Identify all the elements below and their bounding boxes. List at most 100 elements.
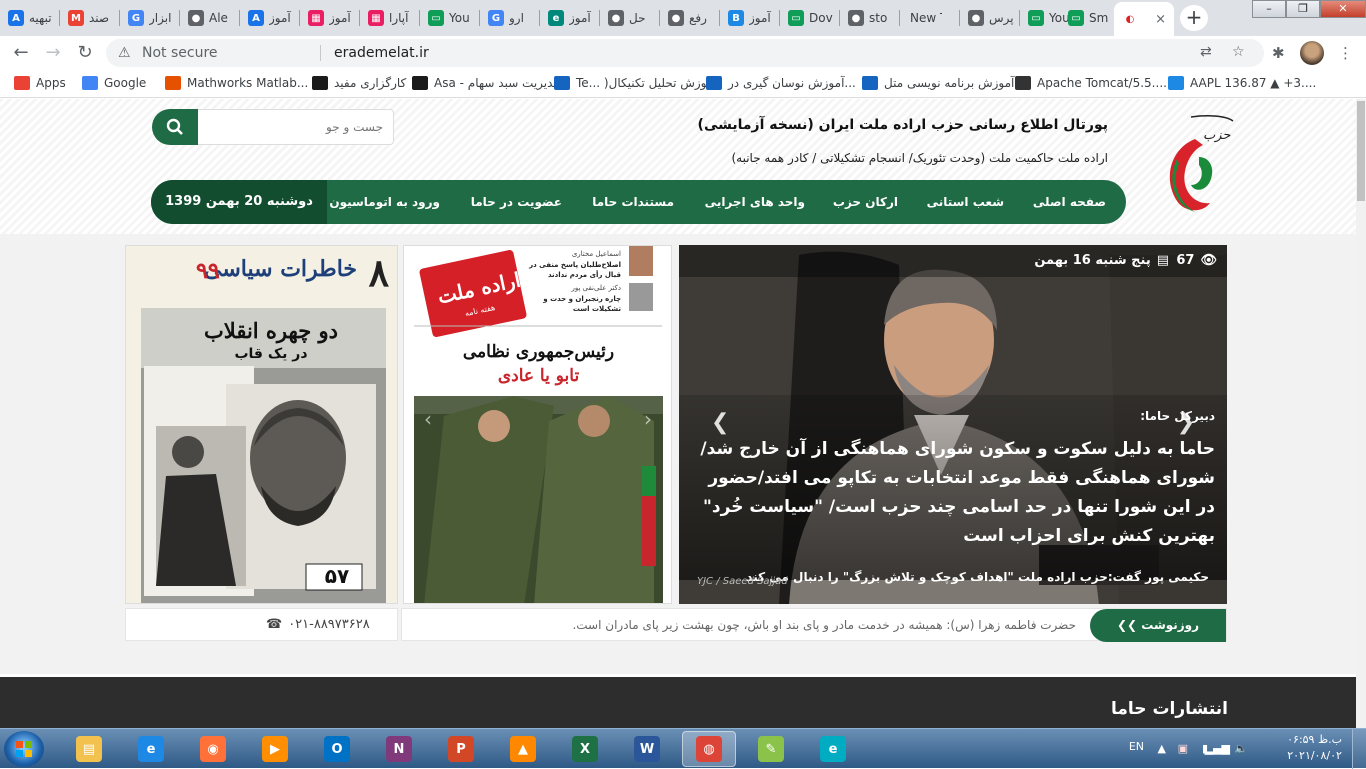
browser-tab[interactable]: A تبهیه [0, 4, 58, 32]
active-tab[interactable]: ◐ × [1114, 2, 1174, 36]
new-tab-button[interactable]: + [1180, 5, 1208, 31]
start-button[interactable] [4, 731, 44, 767]
browser-tab[interactable]: ▭ Dov [780, 4, 838, 32]
browser-tab[interactable]: ● پرس [960, 4, 1018, 32]
ticker-text[interactable]: حضرت فاطمه زهرا (س): همیشه در خدمت مادر … [572, 618, 1076, 632]
browser-tab[interactable]: G ابزار [120, 4, 178, 32]
ie-icon: e [138, 736, 164, 762]
translate-icon[interactable]: ⇄ [1200, 44, 1212, 60]
close-tab-icon[interactable]: × [1155, 12, 1166, 27]
browser-tab[interactable]: ▦ آموز [300, 4, 358, 32]
ticker-label[interactable]: روزنوشت ❯❯ [1090, 609, 1226, 642]
newspaper-side-2-text: چاره رنجبران و حدت و تشکیلات است [543, 295, 621, 313]
browser-tab[interactable]: New Tal [900, 4, 958, 32]
tab-favicon-icon: ▭ [428, 10, 444, 26]
taskbar-firefox-button[interactable]: ◉ [186, 731, 240, 767]
bookmark-item[interactable]: AAPL 136.87 ▲ +3.... [1168, 76, 1316, 90]
bookmark-item[interactable]: آموزش نوسان گیری در... [706, 76, 856, 90]
taskbar-ie-button[interactable]: e [124, 731, 178, 767]
url-text[interactable]: erademelat.ir [334, 45, 429, 61]
slide-headline[interactable]: حاما به دلیل سکوت و سکون شورای هماهنگی ا… [689, 435, 1215, 551]
browser-tab[interactable]: A آموز [240, 4, 298, 32]
back-button[interactable]: ← [10, 42, 32, 64]
phone-box: ☎ ۰۲۱-۸۸۹۷۳۶۲۸ [125, 608, 398, 641]
browser-tab[interactable]: G ارو [480, 4, 538, 32]
address-bar[interactable]: ⚠ Not secure erademelat.ir ⇄ ☆ [106, 39, 1264, 67]
scrollbar-thumb[interactable] [1357, 101, 1365, 201]
bookmarks-bar: Apps Google Mathworks Matlab... کارگزاری مف… [0, 70, 1366, 98]
taskbar-edraw-button[interactable]: e [806, 731, 860, 767]
browser-tab[interactable]: ● حل [600, 4, 658, 32]
show-desktop-button[interactable] [1352, 729, 1366, 769]
browser-tab[interactable]: ● رفع [660, 4, 718, 32]
tray-expand-icon[interactable]: ▲ [1158, 742, 1166, 755]
newspaper-cover[interactable]: ‹ › اراده ملت هفته نامه اسماعیل مختاری ا… [403, 245, 672, 604]
taskbar-word-button[interactable]: W [620, 731, 674, 767]
taskbar-powerpoint-button[interactable]: P [434, 731, 488, 767]
phone-number[interactable]: ☎ ۰۲۱-۸۸۹۷۳۶۲۸ [266, 617, 370, 632]
tab-title: صند [89, 11, 110, 25]
slide-lead[interactable]: حکیمی پور گفت:حزب اراده ملت "اهداف کوچک … [746, 570, 1209, 584]
taskbar-chrome-button[interactable]: ◍ [682, 731, 736, 767]
bookmark-item[interactable]: Google [82, 76, 146, 90]
taskbar-onenote-button[interactable]: N [372, 731, 426, 767]
bookmark-item[interactable]: Asa - مدیریت سبد سهام [412, 76, 560, 90]
bookmark-item[interactable]: Apps [14, 76, 66, 90]
language-indicator[interactable]: EN [1129, 740, 1144, 753]
tab-title: آموز [749, 11, 771, 25]
network-icon[interactable]: ▣ [1178, 742, 1188, 755]
nav-item-home[interactable]: صفحه اصلی [1033, 180, 1106, 224]
system-tray: EN ▲ ▣ ▮ ▂▄▆ 🔈 ب.ظ ۰۶:۵۹ ۲۰۲۱/۰۸/۰۲ [1106, 729, 1366, 769]
page-scrollbar[interactable] [1356, 99, 1366, 728]
clock[interactable]: ب.ظ ۰۶:۵۹ ۲۰۲۱/۰۸/۰۲ [1287, 732, 1342, 764]
nav-item-membership[interactable]: عضویت در حاما [471, 180, 562, 224]
browser-tab[interactable]: ● Ale [180, 4, 238, 32]
browser-tab[interactable]: ▦ آپارا [360, 4, 418, 32]
nav-item-units[interactable]: واحد های اجرایی [705, 180, 805, 224]
taskbar-vlc-button[interactable]: ▲ [496, 731, 550, 767]
bookmark-label: Google [104, 76, 147, 90]
taskbar-explorer-button[interactable]: ▤ [62, 731, 116, 767]
browser-tab[interactable]: ▭ You [420, 4, 478, 32]
magazine-headline-1: دو چهره انقلاب [204, 318, 338, 343]
volume-icon[interactable]: 🔈 [1234, 742, 1248, 755]
party-logo[interactable]: حزب [1155, 109, 1235, 214]
magazine-cover[interactable]: خاطرات سیاسی ۹۹ ۸ دو چهره انقلاب در یک ق… [125, 245, 398, 604]
browser-tab[interactable]: M صند [60, 4, 118, 32]
extensions-icon[interactable]: ✱ [1272, 44, 1285, 62]
bookmark-item[interactable]: آموزش برنامه نویسی متل... [862, 76, 1026, 90]
bookmark-item[interactable]: Mathworks Matlab... [165, 76, 308, 90]
close-window-button[interactable]: ✕ [1320, 0, 1366, 18]
warning-icon[interactable]: ⚠ [118, 45, 131, 61]
taskbar-paint-button[interactable]: ✎ [744, 731, 798, 767]
maximize-button[interactable]: ❐ [1286, 0, 1320, 18]
browser-tab[interactable]: ● sto [840, 4, 898, 32]
bookmark-star-icon[interactable]: ☆ [1232, 44, 1245, 60]
taskbar-media-button[interactable]: ▶ [248, 731, 302, 767]
browser-tab[interactable]: e آموز [540, 4, 598, 32]
slider-prev-icon[interactable]: ❮ [711, 410, 729, 435]
security-label[interactable]: Not secure [142, 45, 218, 61]
reload-button[interactable]: ↻ [74, 42, 96, 64]
minimize-button[interactable]: – [1252, 0, 1286, 18]
featured-slider[interactable]: 67 👁 ▤ پنج شنبه 16 بهمن ❮ ❯ دبیرکل حاما:… [679, 245, 1227, 604]
browser-tab[interactable]: ▭ Sm [1060, 4, 1118, 32]
taskbar-excel-button[interactable]: X [558, 731, 612, 767]
bookmark-item[interactable]: Te... )آموزش تحلیل تکنیکال [554, 76, 717, 90]
bookmark-item[interactable]: کارگزاری مفید [312, 76, 406, 90]
menu-icon[interactable]: ⋮ [1338, 44, 1353, 62]
nav-item-documents[interactable]: مستندات حاما [592, 180, 674, 224]
tab-favicon-icon: ● [968, 10, 984, 26]
nav-item-provinces[interactable]: شعب استانی [927, 180, 1004, 224]
browser-tab[interactable]: B آموز [720, 4, 778, 32]
taskbar-outlook-button[interactable]: O [310, 731, 364, 767]
nav-item-party-organs[interactable]: ارکان حزب [833, 180, 898, 224]
forward-button[interactable]: → [42, 42, 64, 64]
nav-item-automation[interactable]: ورود به اتوماسیون [329, 180, 440, 224]
profile-avatar[interactable] [1300, 41, 1324, 65]
search-input[interactable] [196, 109, 394, 145]
search-button[interactable] [152, 109, 198, 145]
tab-favicon-icon: ▦ [368, 10, 384, 26]
signal-icon[interactable]: ▂▄▆ [1205, 742, 1230, 755]
bookmark-item[interactable]: Apache Tomcat/5.5.... [1015, 76, 1167, 90]
